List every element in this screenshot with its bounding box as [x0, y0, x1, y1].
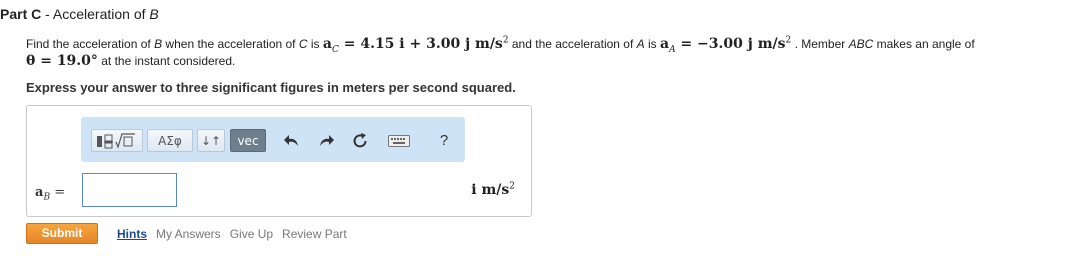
part-prefix: Part C [0, 6, 42, 22]
answer-unit-exp: 2 [509, 181, 515, 192]
ac-value: = 4.15 i + 3.00 j m/s [338, 36, 503, 52]
aa-symbol: a [660, 36, 670, 52]
ac-sub: C [331, 44, 339, 55]
help-button[interactable]: ? [433, 129, 455, 152]
answer-panel: ΑΣφ ↓↑ vec ? aB = i m/s2 [26, 105, 532, 217]
part-title: Part C - Acceleration of B [0, 6, 159, 22]
my-answers-link[interactable]: My Answers [156, 227, 221, 241]
vector-button[interactable]: vec [230, 129, 266, 152]
vec-label: vec [237, 133, 259, 148]
answer-equals: = [50, 185, 66, 200]
q-var-a: A [636, 37, 645, 51]
q-text-8: at the instant considered. [97, 54, 236, 68]
part-title-text: Acceleration of [52, 6, 150, 22]
undo-button[interactable] [281, 129, 303, 152]
keyboard-icon [388, 134, 410, 147]
ac-symbol: a [322, 36, 332, 52]
keyboard-button[interactable] [386, 129, 412, 152]
submit-button[interactable]: Submit [26, 223, 98, 244]
redo-button[interactable] [315, 129, 337, 152]
q-text-7: makes an angle of [873, 37, 975, 51]
answer-variable-label: aB = [35, 185, 66, 202]
review-part-link[interactable]: Review Part [282, 227, 347, 241]
templates-icon [97, 132, 135, 149]
arrows-label: ↓↑ [200, 133, 222, 148]
templates-button[interactable] [91, 129, 143, 152]
q-var-c: C [298, 37, 308, 51]
undo-icon [284, 134, 298, 146]
part-separator: - [41, 6, 53, 22]
q-var-b: B [154, 37, 163, 51]
ac-expression: aC = 4.15 i + 3.00 j m/s2 [322, 36, 509, 55]
redo-icon [320, 134, 334, 146]
give-up-link[interactable]: Give Up [230, 227, 273, 241]
hints-link[interactable]: Hints [117, 227, 147, 241]
answer-unit: i m/s2 [471, 182, 515, 198]
q-text-5: is [644, 37, 660, 51]
reset-button[interactable] [349, 129, 371, 152]
math-toolbar: ΑΣφ ↓↑ vec ? [81, 117, 465, 162]
q-text-3: is [307, 37, 323, 51]
q-theta: θ = 19.0° [26, 53, 98, 69]
question-text: Find the acceleration of B when the acce… [26, 36, 1046, 70]
answer-unit-text: i m/s [471, 182, 510, 198]
greek-symbols-label: ΑΣφ [158, 133, 182, 148]
q-member: ABC [848, 37, 874, 51]
reset-icon [353, 132, 367, 147]
subscript-superscript-button[interactable]: ↓↑ [197, 129, 225, 152]
part-title-var: B [149, 6, 159, 22]
aa-expression: aA = −3.00 j m/s2 [660, 36, 791, 54]
q-text-4: and the acceleration of [508, 37, 637, 51]
answer-input[interactable] [82, 173, 177, 207]
q-text-1: Find the acceleration of [26, 37, 155, 51]
q-text-2: when the acceleration of [162, 37, 299, 51]
q-text-6: . Member [791, 37, 849, 51]
greek-symbols-button[interactable]: ΑΣφ [147, 129, 193, 152]
help-label: ? [439, 132, 449, 149]
instruction-text: Express your answer to three significant… [26, 80, 516, 95]
aa-value: = −3.00 j m/s [675, 36, 786, 52]
action-links: Hints My Answers Give Up Review Part [117, 227, 356, 241]
